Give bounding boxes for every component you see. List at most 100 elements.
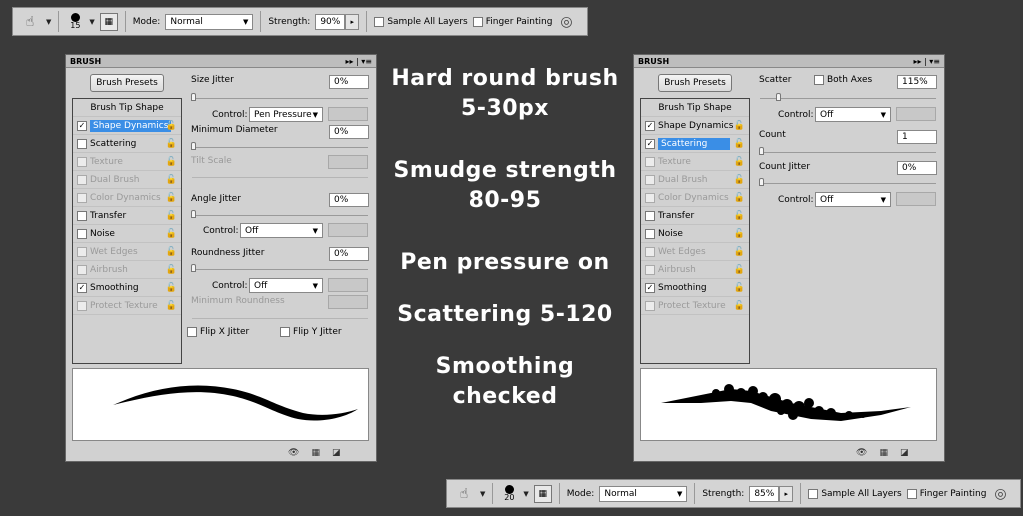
count-jitter-input[interactable]: 0% <box>897 161 937 175</box>
list-item-noise[interactable]: Noise 🔓 <box>73 225 181 243</box>
brush-grid-icon[interactable]: ▦ <box>311 448 320 458</box>
list-item-texture[interactable]: Texture 🔓 <box>641 153 749 171</box>
checkbox[interactable]: ✓ <box>645 138 655 149</box>
control-select-scatter[interactable]: Off ▼ <box>815 107 891 122</box>
create-new-brush-icon[interactable]: ◪ <box>900 448 909 458</box>
lock-icon[interactable]: 🔓 <box>734 157 745 167</box>
lock-icon[interactable]: 🔓 <box>166 283 177 293</box>
scatter-input[interactable]: 115% <box>897 75 937 89</box>
list-item-smoothing[interactable]: ✓ Smoothing 🔓 <box>641 279 749 297</box>
list-item-scattering[interactable]: Scattering 🔓 <box>73 135 181 153</box>
list-item-transfer[interactable]: Transfer 🔓 <box>641 207 749 225</box>
brush-panel-toggle-icon[interactable]: ▦ <box>533 484 552 503</box>
roundness-jitter-slider-handle[interactable] <box>191 264 196 272</box>
list-item-airbrush[interactable]: Airbrush 🔓 <box>73 261 181 279</box>
control-select-size[interactable]: Pen Pressure ▼ <box>249 107 323 122</box>
toggle-live-tip-icon[interactable]: 👁 <box>856 448 867 458</box>
lock-icon[interactable]: 🔓 <box>734 247 745 257</box>
angle-jitter-slider-handle[interactable] <box>191 210 196 218</box>
list-item-brush-tip-shape[interactable]: Brush Tip Shape <box>73 99 181 117</box>
toggle-live-tip-icon[interactable]: 👁 <box>288 448 299 458</box>
scatter-slider-handle[interactable] <box>776 93 781 101</box>
brush-preset-picker[interactable]: 15 <box>66 13 84 30</box>
list-item-airbrush[interactable]: Airbrush 🔓 <box>641 261 749 279</box>
count-slider-handle[interactable] <box>759 147 764 155</box>
pressure-icon[interactable]: ◎ <box>991 484 1009 504</box>
list-item-brush-tip-shape[interactable]: Brush Tip Shape <box>641 99 749 117</box>
list-item-shape-dynamics[interactable]: ✓ Shape Dynamics 🔓 <box>641 117 749 135</box>
lock-icon[interactable]: 🔓 <box>734 265 745 275</box>
lock-icon[interactable]: 🔓 <box>166 193 177 203</box>
strength-slider-button[interactable]: ▸ <box>345 13 360 30</box>
checkbox[interactable] <box>645 174 655 185</box>
count-input[interactable]: 1 <box>897 130 937 144</box>
lock-icon[interactable]: 🔓 <box>734 139 745 149</box>
panel-menu-icon[interactable]: ▸▸ | ▾≡ <box>913 57 940 66</box>
tool-preset-dropdown-icon[interactable]: ▼ <box>480 490 485 498</box>
list-item-wet-edges[interactable]: Wet Edges 🔓 <box>73 243 181 261</box>
control-select-angle[interactable]: Off ▼ <box>240 223 323 238</box>
flip-x-jitter-checkbox[interactable]: Flip X Jitter <box>187 327 249 337</box>
finger-painting-checkbox[interactable]: Finger Painting <box>906 488 986 499</box>
list-item-noise[interactable]: Noise 🔓 <box>641 225 749 243</box>
lock-icon[interactable]: 🔓 <box>734 121 745 131</box>
strength-input[interactable]: 90% <box>315 13 346 30</box>
smudge-tool-icon[interactable]: ☝ <box>453 484 475 504</box>
lock-icon[interactable]: 🔓 <box>734 193 745 203</box>
lock-icon[interactable]: 🔓 <box>166 175 177 185</box>
brush-dropdown-icon[interactable]: ▼ <box>89 18 94 26</box>
minimum-diameter-input[interactable]: 0% <box>329 125 369 139</box>
lock-icon[interactable]: 🔓 <box>166 229 177 239</box>
lock-icon[interactable]: 🔓 <box>166 211 177 221</box>
brush-dropdown-icon[interactable]: ▼ <box>523 490 528 498</box>
both-axes-checkbox[interactable]: Both Axes <box>814 75 872 85</box>
size-jitter-slider-handle[interactable] <box>191 93 196 101</box>
brush-panel-toggle-icon[interactable]: ▦ <box>99 12 118 31</box>
panel-title-bar[interactable]: BRUSH ▸▸ | ▾≡ <box>66 55 376 68</box>
lock-icon[interactable]: 🔓 <box>166 139 177 149</box>
roundness-jitter-slider[interactable] <box>192 269 368 270</box>
checkbox[interactable] <box>77 192 87 203</box>
checkbox[interactable]: ✓ <box>77 120 87 131</box>
flip-y-jitter-checkbox[interactable]: Flip Y Jitter <box>280 327 342 337</box>
list-item-protect-texture[interactable]: Protect Texture 🔓 <box>73 297 181 315</box>
list-item-texture[interactable]: Texture 🔓 <box>73 153 181 171</box>
smudge-tool-icon[interactable]: ☝ <box>19 12 41 32</box>
lock-icon[interactable]: 🔓 <box>734 211 745 221</box>
lock-icon[interactable]: 🔓 <box>734 229 745 239</box>
angle-jitter-input[interactable]: 0% <box>329 193 369 207</box>
checkbox[interactable] <box>77 264 87 275</box>
tool-preset-dropdown-icon[interactable]: ▼ <box>46 18 51 26</box>
lock-icon[interactable]: 🔓 <box>734 283 745 293</box>
pressure-icon[interactable]: ◎ <box>557 12 575 32</box>
size-jitter-input[interactable]: 0% <box>329 75 369 89</box>
lock-icon[interactable]: 🔓 <box>166 157 177 167</box>
checkbox[interactable] <box>77 210 87 221</box>
mode-select[interactable]: Normal ▼ <box>165 13 254 30</box>
control-select-count[interactable]: Off ▼ <box>815 192 891 207</box>
strength-slider-button[interactable]: ▸ <box>779 485 794 502</box>
checkbox[interactable] <box>645 246 655 257</box>
roundness-jitter-input[interactable]: 0% <box>329 247 369 261</box>
brush-preset-picker[interactable]: 20 <box>500 485 518 502</box>
list-item-color-dynamics[interactable]: Color Dynamics 🔓 <box>73 189 181 207</box>
lock-icon[interactable]: 🔓 <box>734 175 745 185</box>
lock-icon[interactable]: 🔓 <box>734 301 745 311</box>
list-item-transfer[interactable]: Transfer 🔓 <box>73 207 181 225</box>
list-item-color-dynamics[interactable]: Color Dynamics 🔓 <box>641 189 749 207</box>
sample-all-layers-checkbox[interactable]: Sample All Layers <box>374 16 468 27</box>
list-item-shape-dynamics[interactable]: ✓ Shape Dynamics 🔓 <box>73 117 181 135</box>
checkbox[interactable] <box>645 264 655 275</box>
lock-icon[interactable]: 🔓 <box>166 265 177 275</box>
list-item-dual-brush[interactable]: Dual Brush 🔓 <box>73 171 181 189</box>
checkbox[interactable] <box>77 174 87 185</box>
panel-title-bar[interactable]: BRUSH ▸▸ | ▾≡ <box>634 55 944 68</box>
checkbox[interactable]: ✓ <box>77 282 87 293</box>
checkbox[interactable] <box>77 156 87 167</box>
checkbox[interactable] <box>77 300 87 311</box>
minimum-diameter-slider[interactable] <box>192 147 368 148</box>
list-item-dual-brush[interactable]: Dual Brush 🔓 <box>641 171 749 189</box>
control-select-roundness[interactable]: Off ▼ <box>249 278 323 293</box>
checkbox[interactable] <box>77 228 87 239</box>
checkbox[interactable] <box>645 300 655 311</box>
